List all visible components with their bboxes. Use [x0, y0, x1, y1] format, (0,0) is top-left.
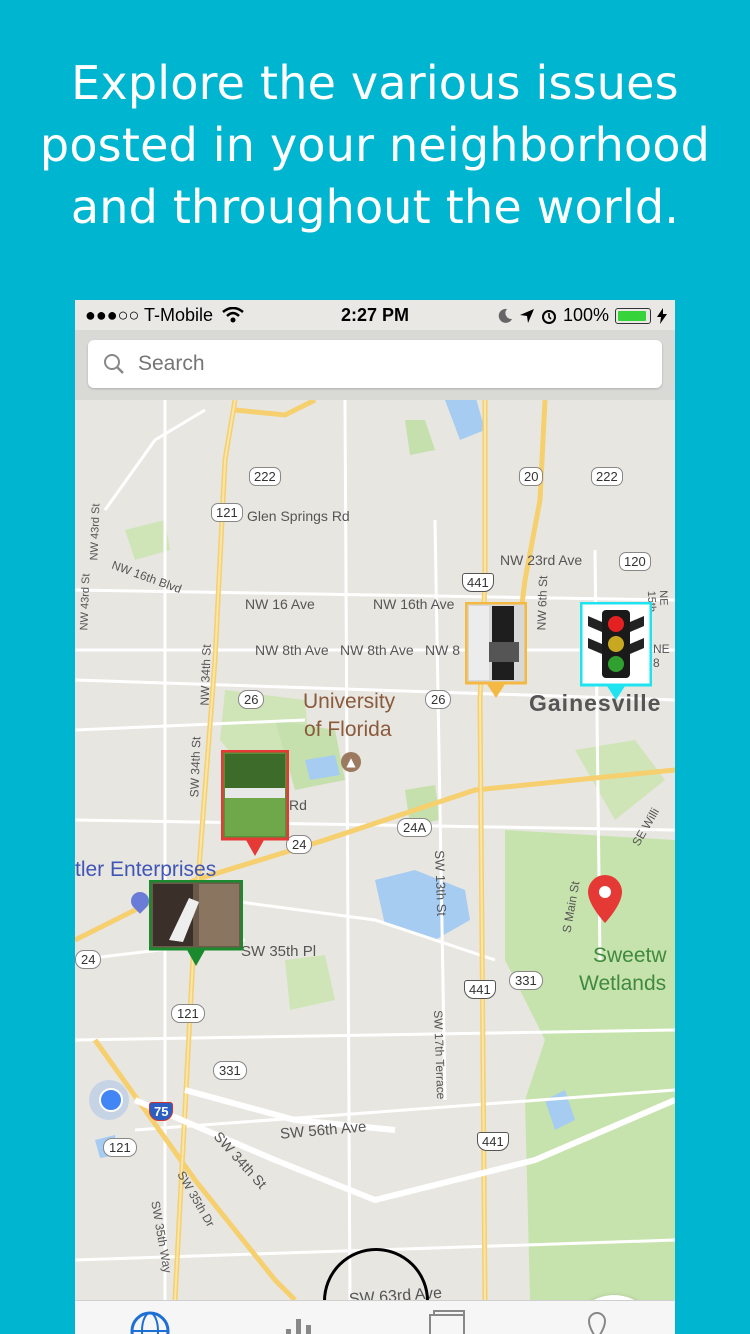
map-label: NW 16 Ave: [245, 596, 315, 612]
map-label: SW 35th Dr: [174, 1168, 218, 1230]
map-label: SW 35th Pl: [241, 943, 317, 960]
map-label: Glen Springs Rd: [247, 508, 350, 524]
search-input[interactable]: [136, 351, 620, 377]
grass-photo-icon: [220, 749, 290, 856]
pin-icon: [587, 1311, 607, 1334]
route-shield: 24A: [397, 818, 433, 837]
tab-map[interactable]: [130, 1309, 170, 1334]
battery-percent: 100%: [562, 305, 609, 325]
map-label: SW 35th Way: [148, 1199, 175, 1275]
drain-photo-icon: [148, 879, 244, 966]
map-label: NW 34th St: [197, 644, 214, 706]
location-arrow-icon: [519, 308, 534, 323]
route-shield: 121: [171, 1004, 205, 1023]
current-location-icon: [89, 1080, 129, 1120]
map-label: NW 8th Ave: [340, 642, 414, 658]
map-label-park: Wetlands: [579, 972, 667, 995]
map-label: NW 43rd St: [78, 573, 93, 631]
route-shield: 222: [591, 467, 623, 486]
map-label-uf: of Florida: [304, 718, 392, 741]
map-label-uf: University: [303, 690, 396, 713]
destination-pin-icon[interactable]: [588, 875, 622, 927]
tab-bar: [75, 1300, 675, 1334]
status-bar: ●●●○○ T-Mobile 2:27 PM 100%: [75, 300, 675, 330]
route-shield: 441: [477, 1132, 509, 1151]
phone-screen: ●●●○○ T-Mobile 2:27 PM 100% Search Glen …: [75, 300, 675, 1334]
tab-pins[interactable]: [577, 1309, 617, 1334]
map-label: S Main St: [559, 880, 583, 934]
globe-icon: [130, 1311, 170, 1334]
route-shield: 441: [462, 573, 494, 592]
graduation-cap-icon: ▲: [341, 752, 361, 772]
moon-icon: [498, 308, 512, 323]
headline-line-2: posted in your neighborhood: [39, 118, 711, 172]
map-view[interactable]: Glen Springs Rd NW 23rd Ave NW 16th Blvd…: [75, 400, 675, 1334]
pole-photo-icon: [464, 601, 528, 698]
route-shield: 26: [238, 690, 265, 709]
issue-pin-traffic-pole[interactable]: [464, 601, 528, 698]
map-label: NW 23rd Ave: [500, 552, 583, 568]
map-label: SW 56th Ave: [279, 1118, 368, 1143]
route-shield: 121: [103, 1138, 137, 1157]
alarm-icon: [541, 309, 556, 324]
route-shield: 441: [464, 980, 496, 999]
map-label: Rd: [289, 797, 307, 813]
map-label: NW 8: [425, 642, 460, 658]
search-icon: [104, 354, 124, 374]
route-shield: 331: [509, 971, 543, 990]
route-shield: 24: [286, 835, 313, 854]
headline: Explore the various issues posted in you…: [0, 52, 750, 238]
search-box[interactable]: [88, 340, 662, 388]
map-label: SW 34th St: [210, 1128, 271, 1192]
headline-line-1: Explore the various issues: [71, 56, 679, 110]
map-label: SW 34th St: [187, 736, 204, 798]
map-label: SW 13th St: [432, 850, 450, 917]
bar-chart-icon: [286, 1319, 311, 1334]
tab-photos[interactable]: [427, 1309, 467, 1334]
route-shield: 24: [75, 950, 102, 969]
charging-icon: [657, 307, 667, 324]
route-shield: 26: [425, 690, 452, 709]
traffic-light-icon: [579, 601, 653, 700]
route-shield: 331: [213, 1061, 247, 1080]
map-label: NE 8: [653, 642, 670, 670]
issue-pin-drain[interactable]: [148, 879, 244, 970]
photos-icon: [429, 1310, 465, 1334]
map-label-business: tler Enterprises: [75, 858, 217, 881]
issue-pin-grass[interactable]: [220, 749, 290, 858]
map-label: NW 43rd St: [88, 503, 103, 561]
map-label: SE Willi: [629, 805, 663, 849]
map-label: NW 8th Ave: [255, 642, 329, 658]
route-shield: 222: [249, 467, 281, 486]
headline-line-3: and throughout the world.: [70, 180, 680, 234]
route-shield: 120: [619, 552, 651, 571]
route-shield: 121: [211, 503, 243, 522]
route-shield-interstate: 75: [149, 1102, 174, 1121]
route-shield: 20: [519, 467, 544, 486]
battery-icon: [615, 307, 651, 324]
issue-pin-traffic-light[interactable]: [579, 601, 653, 702]
map-label: NW 6th St: [534, 575, 551, 631]
status-right: 100%: [497, 305, 667, 326]
search-bar-area: [75, 330, 675, 400]
map-label-park: Sweetw: [593, 944, 667, 967]
map-label: SW 17th Terrace: [431, 1010, 449, 1100]
map-label: NW 16th Ave: [373, 596, 455, 612]
map-label: NW 16th Blvd: [109, 557, 184, 597]
tab-stats[interactable]: [280, 1309, 320, 1334]
